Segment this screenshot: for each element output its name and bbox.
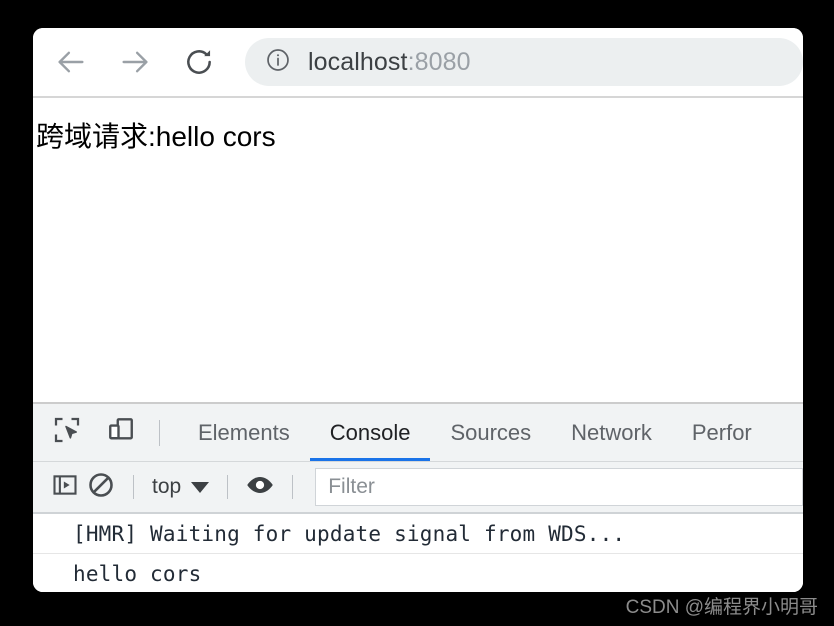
- console-message-row[interactable]: hello cors: [33, 554, 803, 592]
- tab-performance[interactable]: Perfor: [672, 404, 772, 461]
- clear-console-button[interactable]: [83, 469, 119, 505]
- inspect-element-button[interactable]: [47, 413, 87, 453]
- chevron-down-icon: [191, 481, 210, 493]
- tab-sources[interactable]: Sources: [430, 404, 551, 461]
- console-toolbar-divider-2: [227, 475, 229, 499]
- tab-elements[interactable]: Elements: [178, 404, 310, 461]
- reload-button[interactable]: [177, 40, 221, 84]
- url-port: :8080: [407, 47, 471, 76]
- watermark: CSDN @编程界小明哥: [625, 597, 818, 618]
- execution-context-label: top: [152, 475, 182, 498]
- device-toolbar-button[interactable]: [101, 413, 141, 453]
- back-button[interactable]: [49, 40, 93, 84]
- console-message-list: [HMR] Waiting for update signal from WDS…: [33, 514, 803, 592]
- console-sidebar-button[interactable]: [47, 469, 83, 505]
- tabbar-divider: [159, 419, 160, 446]
- live-expression-eye-icon: [245, 470, 275, 505]
- inspect-element-icon: [52, 415, 82, 450]
- address-bar[interactable]: localhost:8080: [245, 38, 803, 86]
- browser-window: localhost:8080 跨域请求:hello cors Elements …: [33, 28, 803, 592]
- tab-elements-label: Elements: [198, 419, 290, 445]
- forward-button[interactable]: [113, 40, 157, 84]
- console-message-text: [HMR] Waiting for update signal from WDS…: [73, 521, 626, 546]
- console-toolbar-divider-3: [292, 475, 294, 499]
- browser-toolbar: localhost:8080: [33, 28, 803, 98]
- tab-network-label: Network: [571, 419, 652, 445]
- page-body-text: 跨域请求:hello cors: [36, 121, 276, 152]
- url-host: localhost: [308, 47, 408, 76]
- execution-context-selector[interactable]: top: [148, 475, 213, 499]
- clear-console-icon: [87, 471, 115, 504]
- live-expression-button[interactable]: [242, 469, 278, 505]
- tab-network[interactable]: Network: [551, 404, 672, 461]
- reload-icon: [183, 46, 215, 78]
- tab-console[interactable]: Console: [309, 404, 431, 461]
- device-toolbar-icon: [106, 415, 136, 450]
- console-sidebar-icon: [51, 471, 79, 504]
- devtools-panel: Elements Console Sources Network Perfor: [33, 402, 803, 592]
- console-filter-input[interactable]: Filter: [315, 468, 803, 506]
- console-toolbar-divider-1: [133, 475, 134, 499]
- console-message-text: hello cors: [73, 562, 202, 586]
- console-toolbar: top Filter: [33, 462, 803, 514]
- devtools-tabbar: Elements Console Sources Network Perfor: [33, 404, 803, 462]
- address-bar-text: localhost:8080: [308, 48, 471, 77]
- arrow-left-icon: [54, 45, 88, 79]
- tab-console-label: Console: [329, 419, 411, 445]
- console-message-row[interactable]: [HMR] Waiting for update signal from WDS…: [33, 514, 803, 554]
- page-viewport: 跨域请求:hello cors: [33, 98, 803, 402]
- info-circle-icon[interactable]: [265, 47, 291, 78]
- console-filter-placeholder: Filter: [328, 475, 375, 498]
- arrow-right-icon: [118, 45, 152, 79]
- tab-sources-label: Sources: [450, 419, 532, 445]
- screenshot-root: localhost:8080 跨域请求:hello cors Elements …: [0, 0, 834, 626]
- tab-performance-label: Perfor: [691, 419, 752, 445]
